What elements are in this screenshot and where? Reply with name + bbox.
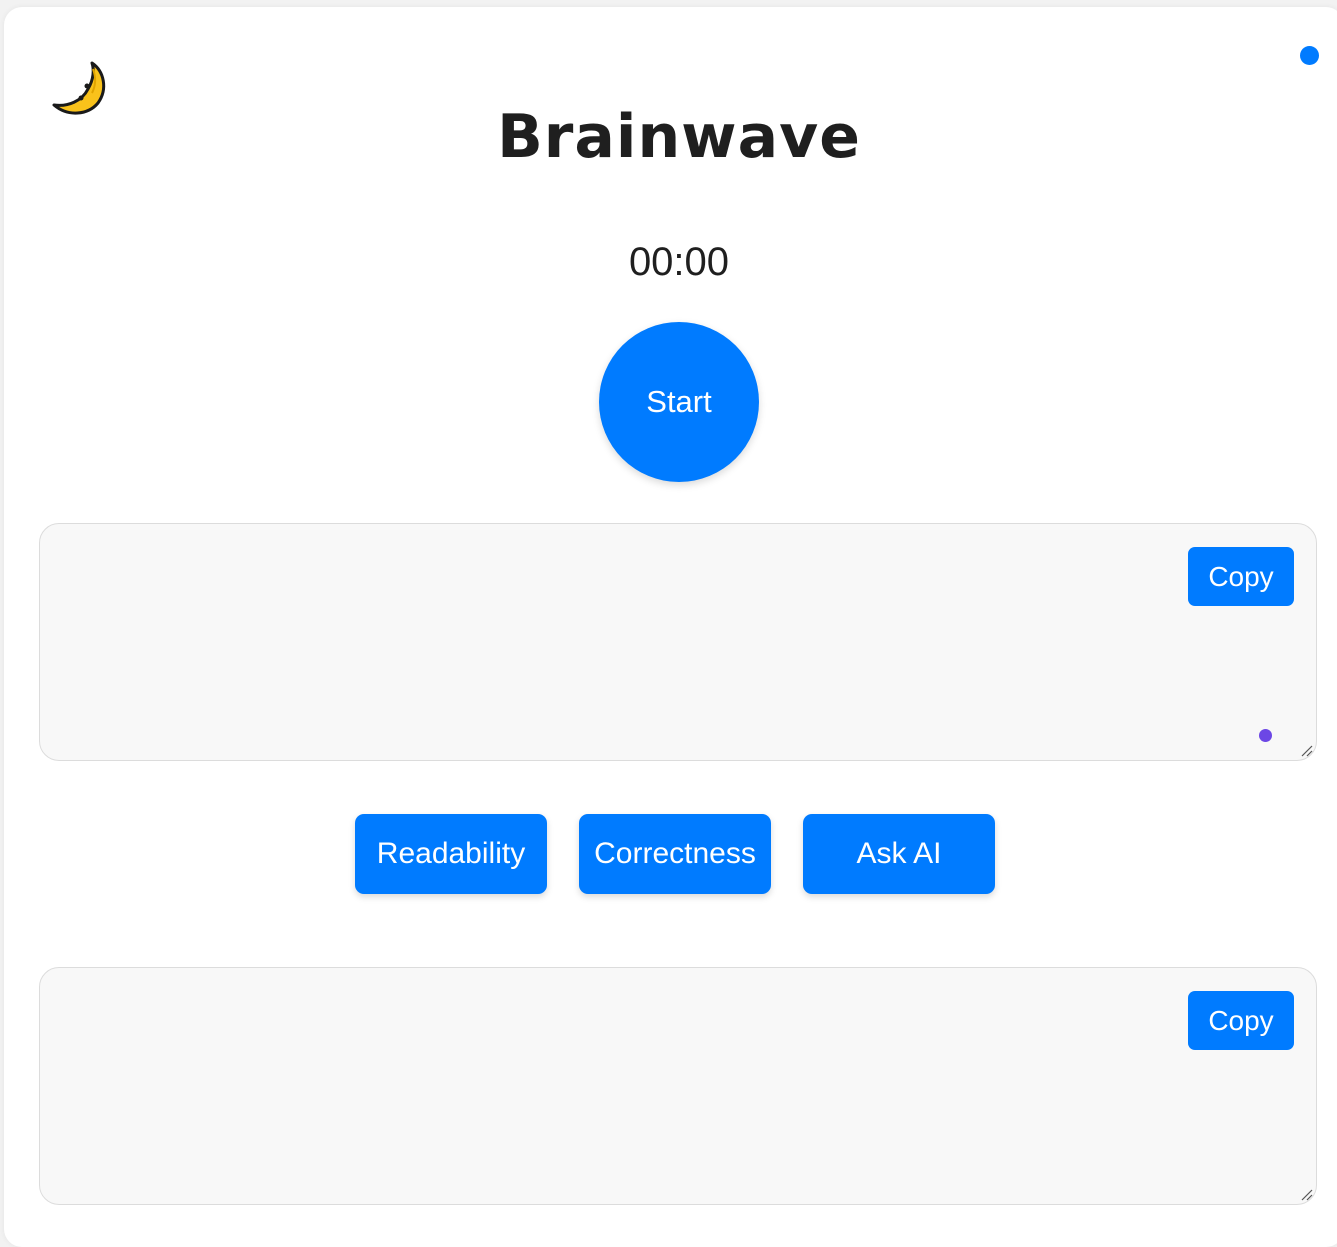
result-panel: Copy (39, 967, 1317, 1205)
page-title: Brainwave (497, 102, 861, 172)
resize-handle-icon[interactable] (1299, 1187, 1313, 1201)
resize-handle-icon[interactable] (1299, 743, 1313, 757)
copy-result-button[interactable]: Copy (1188, 991, 1294, 1050)
transcript-textarea[interactable] (40, 524, 1316, 760)
transcript-panel: Copy (39, 523, 1317, 761)
main-card: Brainwave 00:00 Start Copy Readability C… (4, 7, 1337, 1247)
start-recording-button[interactable]: Start (599, 322, 759, 482)
connection-status-dot (1300, 46, 1319, 65)
grammar-check-indicator (1259, 729, 1272, 742)
ask-ai-button[interactable]: Ask AI (803, 814, 995, 894)
result-textarea[interactable] (40, 968, 1316, 1204)
correctness-button[interactable]: Correctness (579, 814, 771, 894)
recording-timer: 00:00 (628, 240, 730, 284)
copy-transcript-button[interactable]: Copy (1188, 547, 1294, 606)
readability-button[interactable]: Readability (355, 814, 547, 894)
